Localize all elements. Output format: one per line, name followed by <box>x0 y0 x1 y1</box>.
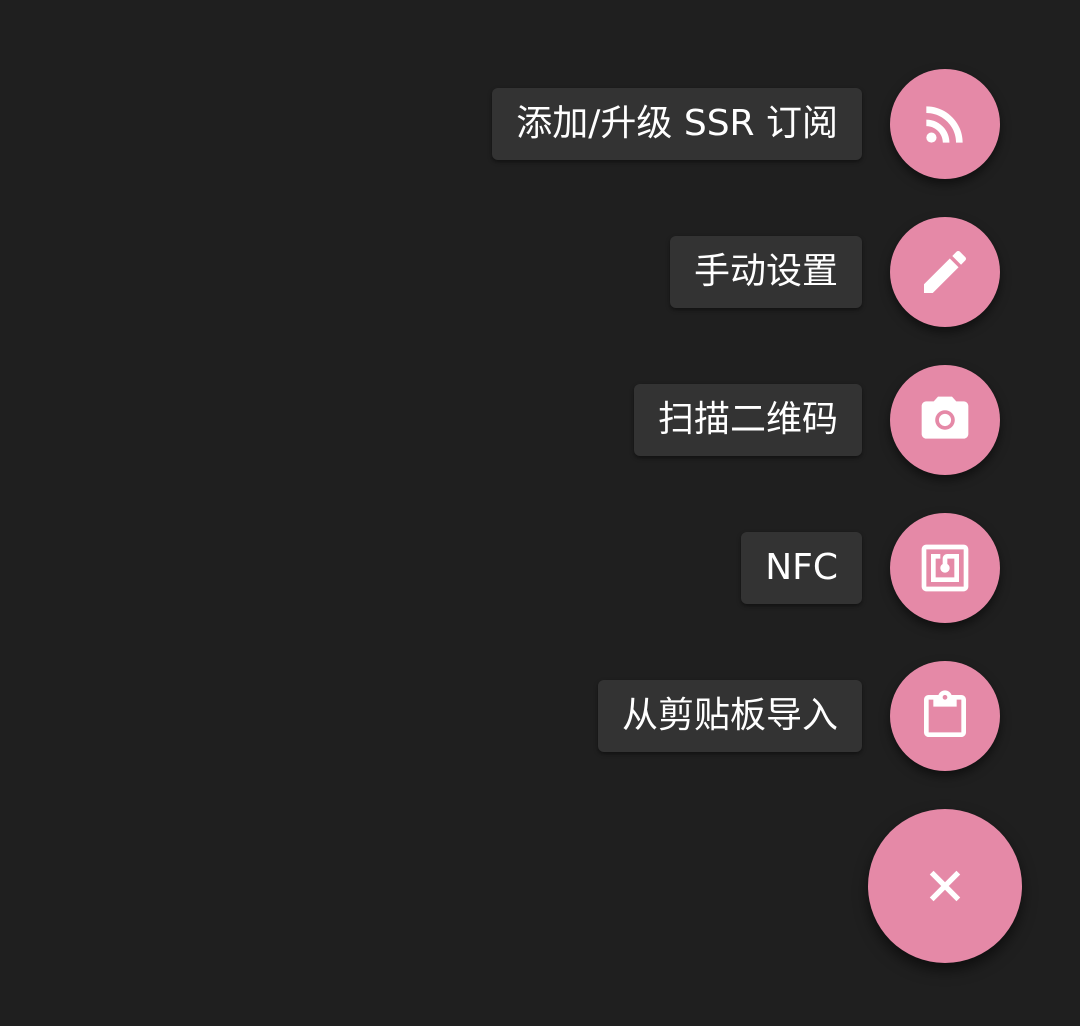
fab-label-scan-qr[interactable]: 扫描二维码 <box>633 384 862 456</box>
fab-button-ssr-subscription[interactable] <box>890 69 1000 179</box>
fab-button-nfc[interactable] <box>890 513 1000 623</box>
close-icon <box>929 870 961 902</box>
rss-icon <box>926 106 963 143</box>
fab-label-nfc[interactable]: NFC <box>741 532 862 604</box>
fab-button-scan-qr[interactable] <box>890 365 1000 475</box>
fab-item-nfc[interactable]: NFC <box>741 513 1000 623</box>
fab-menu: 添加/升级 SSR 订阅 手动设置 扫描二维码 NFC 从剪贴板导入 <box>0 0 1080 1026</box>
nfc-icon <box>921 544 969 592</box>
camera-icon <box>921 396 969 439</box>
clipboard-icon <box>924 690 966 737</box>
fab-button-manual-settings[interactable] <box>890 217 1000 327</box>
screen: 添加/升级 SSR 订阅 手动设置 扫描二维码 NFC 从剪贴板导入 <box>0 0 1080 1026</box>
fab-item-import-clipboard[interactable]: 从剪贴板导入 <box>597 661 1000 771</box>
fab-button-import-clipboard[interactable] <box>890 661 1000 771</box>
fab-item-manual-settings[interactable]: 手动设置 <box>669 217 1000 327</box>
fab-label-import-clipboard[interactable]: 从剪贴板导入 <box>597 680 862 752</box>
fab-item-ssr-subscription[interactable]: 添加/升级 SSR 订阅 <box>492 69 1000 179</box>
fab-item-scan-qr[interactable]: 扫描二维码 <box>633 365 1000 475</box>
pencil-icon <box>924 250 967 293</box>
fab-label-manual-settings[interactable]: 手动设置 <box>669 236 862 308</box>
fab-main-close-button[interactable] <box>868 809 1022 963</box>
fab-label-ssr-subscription[interactable]: 添加/升级 SSR 订阅 <box>492 88 862 160</box>
